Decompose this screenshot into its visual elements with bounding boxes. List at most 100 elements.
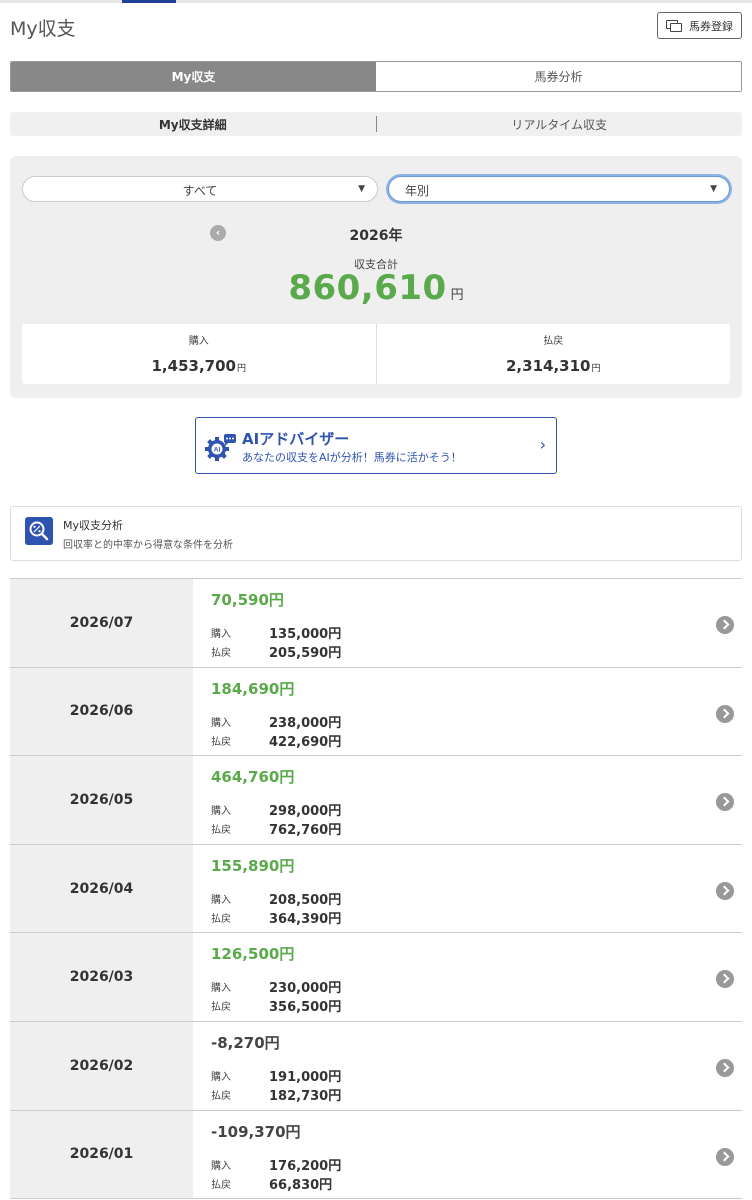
- month-purchase: 購入 176,200円: [211, 1157, 341, 1174]
- main-tabs: My収支 馬券分析: [10, 61, 742, 92]
- category-select-value: すべて: [182, 184, 218, 198]
- month-date: 2026/07: [10, 579, 193, 667]
- month-net: 155,890円: [211, 856, 295, 875]
- tab-ticket-analysis[interactable]: 馬券分析: [376, 62, 741, 91]
- month-net: 126,500円: [211, 945, 295, 964]
- sub-tabs: My収支詳細 リアルタイム収支: [10, 112, 742, 136]
- payout-label: 払戻: [543, 336, 564, 347]
- month-payout: 払戻 66,830円: [211, 1176, 332, 1193]
- chevron-right-icon[interactable]: [716, 970, 734, 989]
- month-row[interactable]: 2026/03 126,500円 購入 230,000円 払戻 356,500円: [10, 933, 742, 1022]
- month-date: 2026/06: [10, 667, 193, 756]
- month-purchase: 購入 238,000円: [211, 714, 341, 731]
- chevron-right-icon[interactable]: [716, 1147, 734, 1166]
- month-purchase-value: 238,000円: [269, 715, 342, 731]
- month-purchase-label: 購入: [211, 1071, 231, 1083]
- month-purchase-label: 購入: [211, 717, 231, 729]
- month-purchase: 購入 191,000円: [211, 1068, 341, 1085]
- tab-my-balance[interactable]: My収支: [11, 62, 376, 91]
- month-payout-label: 払戻: [211, 825, 231, 837]
- month-body: -109,370円購入 176,200円 払戻 66,830円: [193, 1110, 742, 1199]
- month-row[interactable]: 2026/06 184,690円購入 238,000円払戻 422,690円: [10, 667, 742, 757]
- chevron-right-icon[interactable]: [716, 704, 734, 723]
- month-purchase-label: 購入: [211, 806, 231, 818]
- month-body: 126,500円購入 230,000円 払戻 356,500円: [193, 933, 742, 1021]
- month-purchase-value: 191,000円: [269, 1069, 342, 1085]
- month-payout: 払戻 762,760円: [211, 821, 341, 838]
- month-date: 2026/02: [10, 1021, 193, 1110]
- period-select-value: 年別: [405, 184, 430, 198]
- total-unit: 円: [450, 288, 464, 303]
- caret-down-icon: ▼: [710, 184, 717, 194]
- svg-text:AI: AI: [214, 447, 221, 454]
- top-nav-strip: [0, 0, 752, 3]
- month-purchase-label: 購入: [211, 1160, 231, 1172]
- month-payout: 払戻 356,500円: [211, 998, 341, 1015]
- purchase-label: 購入: [188, 336, 209, 347]
- month-payout: 払戻 205,590円: [211, 644, 341, 661]
- month-body: 184,690円購入 238,000円払戻 422,690円: [193, 667, 742, 756]
- purchase-payout-box: 購入 1,453,700円 払戻 2,314,310円: [22, 324, 730, 384]
- chevron-right-icon[interactable]: [716, 793, 734, 812]
- ai-advisor-subtitle: あなたの収支をAIが分析！馬券に活かそう！: [242, 451, 462, 464]
- month-payout-value: 762,760円: [269, 823, 342, 839]
- month-payout: 払戻 422,690円: [211, 733, 341, 750]
- summary-panel: すべて ▼ 年別 ▼ ‹ 2026年 収支合計 860,610 円 購入 1,45…: [10, 156, 742, 398]
- month-payout-label: 払戻: [211, 648, 231, 659]
- balance-analysis-card[interactable]: My収支分析 回収率と的中率から得意な条件を分析: [10, 506, 742, 561]
- month-net: -109,370円: [211, 1122, 301, 1141]
- month-payout-label: 払戻: [211, 913, 231, 925]
- month-payout: 払戻 364,390円: [211, 910, 341, 927]
- month-payout-value: 205,590円: [269, 646, 342, 661]
- month-date: 2026/04: [10, 844, 193, 933]
- month-purchase: 購入 230,000円: [211, 979, 341, 996]
- chevron-right-icon: ›: [539, 435, 546, 454]
- ai-gear-icon: AI: [205, 434, 236, 461]
- period-select[interactable]: 年別 ▼: [388, 176, 730, 202]
- month-date: 2026/01: [10, 1110, 193, 1199]
- month-purchase-label: 購入: [211, 894, 231, 906]
- page-header: My収支 馬券登録: [10, 8, 742, 44]
- month-row[interactable]: 2026/01 -109,370円 購入 176,200円 払戻 66,830円: [10, 1110, 742, 1200]
- month-purchase: 購入 298,000円: [211, 802, 341, 819]
- month-net: -8,270円: [211, 1033, 280, 1052]
- month-row[interactable]: 2026/04 155,890円購入 208,500円払戻 364,390円: [10, 844, 742, 934]
- month-purchase: 購入 135,000円: [211, 625, 341, 642]
- ai-advisor-title: AIアドバイザー: [242, 430, 350, 448]
- month-payout-value: 356,500円: [269, 1000, 342, 1016]
- page-title: My収支: [10, 18, 76, 40]
- month-payout-value: 422,690円: [269, 734, 342, 750]
- month-purchase-label: 購入: [211, 983, 231, 995]
- month-purchase: 購入 208,500円: [211, 891, 341, 908]
- month-body: 70,590円購入 135,000円払戻 205,590円: [193, 579, 742, 667]
- ai-advisor-banner[interactable]: AI AIアドバイザー あなたの収支をAIが分析！馬券に活かそう！ ›: [195, 417, 557, 474]
- month-row[interactable]: 2026/05 464,760円 購入 298,000円 払戻 762,760円: [10, 756, 742, 845]
- chevron-right-icon[interactable]: [716, 1058, 734, 1077]
- month-body: 464,760円 購入 298,000円 払戻 762,760円: [193, 756, 742, 844]
- month-row[interactable]: 2026/07 70,590円購入 135,000円払戻 205,590円: [10, 579, 742, 668]
- chevron-right-icon[interactable]: [716, 881, 734, 900]
- month-row[interactable]: 2026/02 -8,270円購入 191,000円払戻 182,730円: [10, 1021, 742, 1111]
- payout-cell: 払戻 2,314,310円: [375, 324, 731, 384]
- month-net: 184,690円: [211, 679, 295, 698]
- month-payout-label: 払戻: [211, 1090, 231, 1102]
- month-payout-value: 364,390円: [269, 911, 342, 927]
- payout-value: 2,314,310円: [506, 357, 601, 375]
- total-value: 860,610: [288, 268, 447, 308]
- analysis-subtitle: 回収率と的中率から得意な条件を分析: [63, 540, 233, 551]
- subtab-realtime-balance[interactable]: リアルタイム収支: [377, 116, 743, 133]
- chevron-right-icon[interactable]: [716, 616, 734, 634]
- total-row: 860,610 円: [10, 268, 742, 308]
- month-purchase-value: 135,000円: [269, 627, 342, 642]
- month-payout-value: 182,730円: [269, 1088, 342, 1104]
- month-body: 155,890円購入 208,500円払戻 364,390円: [193, 844, 742, 933]
- category-select[interactable]: すべて ▼: [22, 176, 378, 202]
- month-purchase-value: 230,000円: [269, 981, 342, 997]
- subtab-balance-detail[interactable]: My収支詳細: [10, 116, 376, 133]
- month-payout-label: 払戻: [211, 1179, 231, 1191]
- month-purchase-value: 208,500円: [269, 892, 342, 908]
- month-net: 70,590円: [211, 591, 284, 609]
- magnifier-percent-icon: [25, 517, 53, 545]
- register-ticket-button[interactable]: 馬券登録: [657, 12, 742, 39]
- top-nav-indicator: [122, 0, 176, 3]
